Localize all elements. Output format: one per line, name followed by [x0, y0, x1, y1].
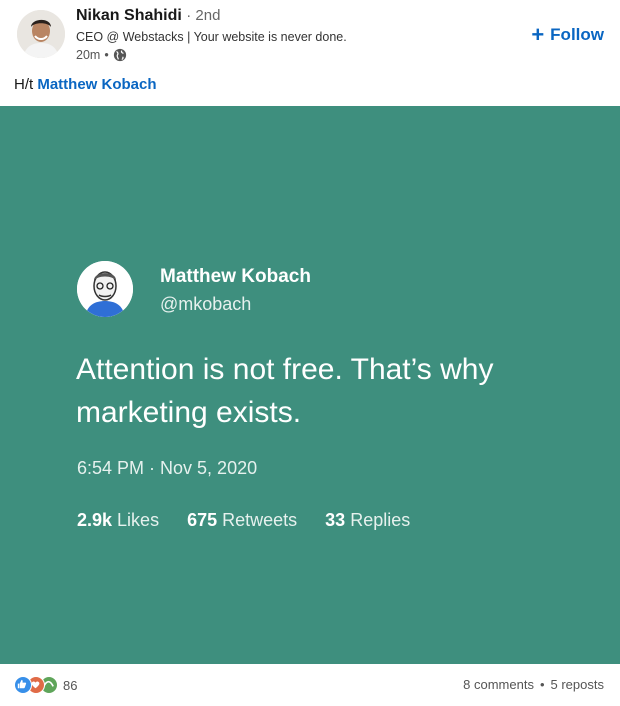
replies-label: Replies [350, 510, 411, 530]
counts-separator: • [539, 677, 545, 692]
author-name-text[interactable]: Nikan Shahidi [76, 7, 182, 24]
likes-label: Likes [117, 510, 160, 530]
tweet-likes: 2.9k Likes [77, 510, 159, 531]
tweet-avatar [77, 261, 133, 317]
globe-icon [113, 48, 127, 62]
post-meta: 20m • [76, 48, 127, 62]
tweet-date: 6:54 PM · Nov 5, 2020 [77, 458, 258, 478]
author-avatar[interactable] [17, 10, 65, 58]
mention-link[interactable]: Matthew Kobach [37, 76, 156, 93]
follow-button[interactable]: + Follow [531, 24, 604, 46]
post-text: H/t Matthew Kobach [14, 76, 157, 93]
replies-count: 33 [325, 510, 346, 530]
author-name[interactable]: Nikan Shahidi · 2nd [76, 7, 220, 25]
retweets-label: Retweets [222, 510, 298, 530]
post-header: Nikan Shahidi · 2nd CEO @ Webstacks | Yo… [0, 0, 620, 68]
tweet-author-handle: @mkobach [160, 294, 252, 314]
reactions-summary[interactable]: 86 [14, 676, 77, 694]
tweet-text: Attention is not free. That’s why market… [76, 353, 494, 429]
reaction-count: 86 [63, 677, 78, 693]
comments-count-link[interactable]: 8 comments [463, 677, 534, 692]
likes-count: 2.9k [77, 510, 113, 530]
post-prefix: H/t [14, 76, 34, 93]
post-time: 20m [76, 48, 101, 62]
follow-label: Follow [550, 25, 604, 44]
like-icon [14, 676, 32, 694]
tweet-stats: 2.9k Likes 675 Retweets 33 Replies [77, 510, 410, 531]
degree-text: 2nd [195, 7, 221, 24]
social-counts-bar: 86 8 comments • 5 reposts [0, 664, 620, 706]
tweet-retweets: 675 Retweets [187, 510, 297, 531]
connection-degree: · 2nd [186, 7, 221, 24]
tweet-replies: 33 Replies [325, 510, 410, 531]
author-headline: CEO @ Webstacks | Your website is never … [76, 30, 347, 44]
reposts-count-link[interactable]: 5 reposts [551, 677, 604, 692]
meta-dot: • [104, 48, 109, 62]
tweet-author-name: Matthew Kobach [160, 266, 311, 287]
plus-icon: + [531, 22, 545, 47]
engagement-counts: 8 comments • 5 reposts [463, 677, 604, 692]
retweets-count: 675 [187, 510, 218, 530]
tweet-image[interactable]: Matthew Kobach @mkobach Attention is not… [0, 106, 620, 664]
